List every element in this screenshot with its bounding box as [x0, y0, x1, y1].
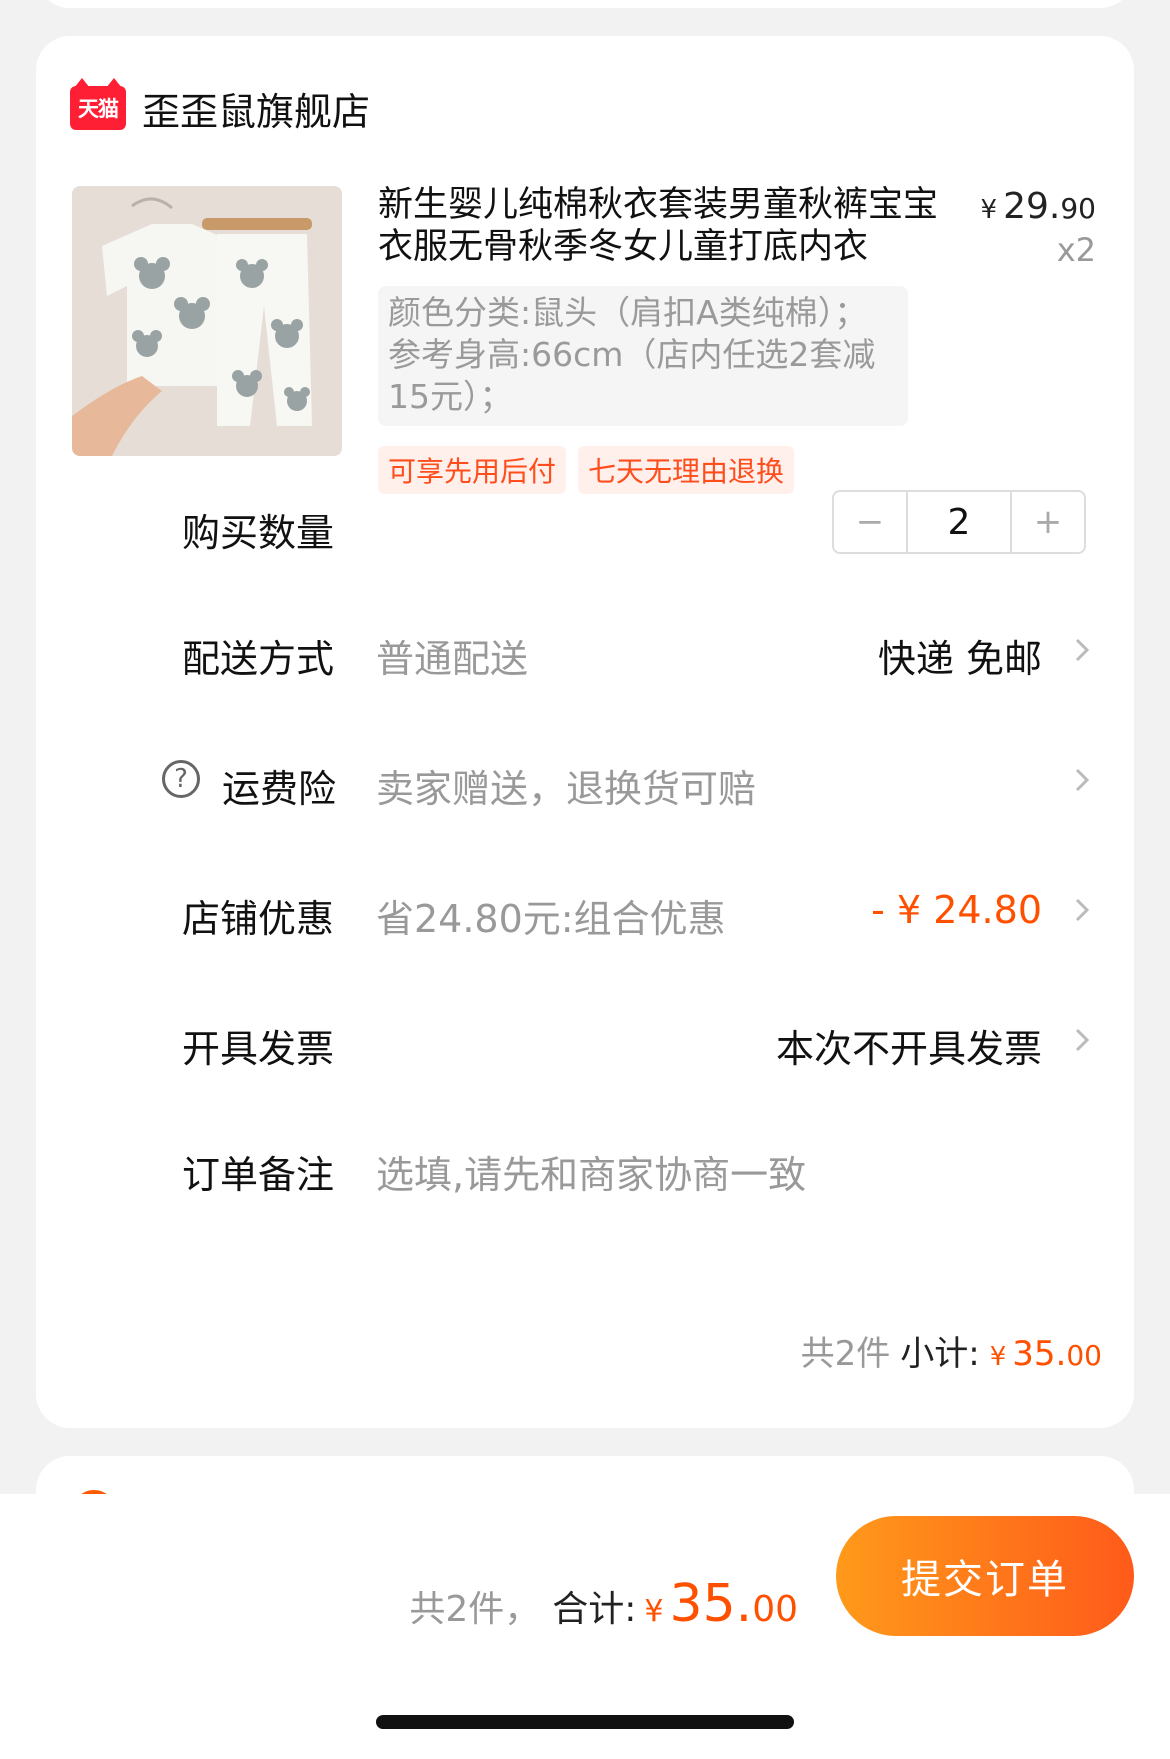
- product-price: ¥29.90: [980, 186, 1096, 227]
- product-photo-illustration: [72, 186, 342, 456]
- total-amount: ¥35.00: [644, 1574, 798, 1634]
- invoice-row[interactable]: 开具发票 本次不开具发票: [36, 1006, 1134, 1078]
- subtotal-count: 共2件: [800, 1334, 891, 1374]
- total-label: 合计:: [552, 1589, 637, 1630]
- order-total: 共2件， 合计: ¥35.00: [409, 1574, 798, 1634]
- quantity-value[interactable]: 2: [906, 492, 1012, 552]
- quantity-stepper[interactable]: − 2 +: [832, 490, 1086, 554]
- store-header[interactable]: 天猫 歪歪鼠旗舰店: [70, 78, 371, 136]
- sku-spec[interactable]: 颜色分类:鼠头（肩扣A类纯棉）；参考身高:66cm（店内任选2套减15元）；: [378, 286, 908, 426]
- product-quantity-multiplier: x2: [1056, 231, 1096, 269]
- minus-button[interactable]: −: [834, 492, 906, 552]
- store-discount-amount: - ¥ 24.80: [871, 888, 1042, 932]
- store-discount-label: 店铺优惠: [182, 897, 335, 941]
- chevron-right-icon: [1075, 638, 1090, 662]
- order-note-row: 订单备注 选填,请先和商家协商一致: [36, 1132, 1134, 1204]
- shipping-insurance-desc: 卖家赠送，退换货可赔: [376, 767, 757, 811]
- order-note-input[interactable]: 选填,请先和商家协商一致: [376, 1144, 806, 1199]
- product-price-block: ¥29.90 x2: [981, 186, 1096, 269]
- tmall-logo-icon: 天猫: [70, 78, 126, 130]
- delivery-value: 快递 免邮: [877, 637, 1042, 681]
- subtotal-label: 小计:: [900, 1334, 980, 1374]
- service-tags: 可享先用后付 七天无理由退换: [378, 446, 795, 494]
- submit-order-button[interactable]: 提交订单: [836, 1516, 1134, 1636]
- subtotal-amount: ¥35.00: [989, 1334, 1102, 1374]
- store-discount-row[interactable]: 店铺优惠 省24.80元:组合优惠 - ¥ 24.80: [36, 876, 1134, 948]
- previous-card-edge: [36, 0, 1134, 8]
- invoice-value: 本次不开具发票: [775, 1027, 1042, 1071]
- chevron-right-icon: [1075, 898, 1090, 922]
- store-discount-desc: 省24.80元:组合优惠: [376, 897, 726, 941]
- tag-pay-later: 可享先用后付: [378, 446, 567, 494]
- invoice-label: 开具发票: [182, 1027, 335, 1071]
- product-image[interactable]: [72, 186, 342, 456]
- checkout-bar: 共2件， 合计: ¥35.00 提交订单: [0, 1494, 1170, 1759]
- delivery-type: 普通配送: [376, 637, 529, 681]
- order-store-card: 天猫 歪歪鼠旗舰店 新生婴儿纯棉秋衣套装男童秋裤宝宝衣服无骨秋季冬女儿童打底内衣…: [36, 36, 1134, 1428]
- chevron-right-icon: [1075, 1028, 1090, 1052]
- product-title[interactable]: 新生婴儿纯棉秋衣套装男童秋裤宝宝衣服无骨秋季冬女儿童打底内衣: [378, 184, 938, 268]
- order-note-label: 订单备注: [182, 1153, 335, 1197]
- chevron-right-icon: [1075, 768, 1090, 792]
- plus-button[interactable]: +: [1012, 492, 1084, 552]
- shipping-insurance-label: 运费险: [222, 767, 337, 811]
- store-subtotal: 共2件 小计: ¥35.00: [801, 1326, 1102, 1375]
- total-count: 共2件，: [409, 1589, 541, 1630]
- shipping-insurance-row[interactable]: ? 运费险 卖家赠送，退换货可赔: [36, 746, 1134, 818]
- help-icon[interactable]: ?: [162, 760, 200, 798]
- tag-seven-day-return: 七天无理由退换: [578, 446, 795, 494]
- quantity-label: 购买数量: [182, 511, 335, 555]
- quantity-row: 购买数量 − 2 +: [36, 490, 1134, 562]
- delivery-label: 配送方式: [182, 637, 335, 681]
- store-name: 歪歪鼠旗舰店: [142, 89, 371, 134]
- delivery-row[interactable]: 配送方式 普通配送 快递 免邮: [36, 616, 1134, 688]
- home-indicator[interactable]: [376, 1715, 794, 1729]
